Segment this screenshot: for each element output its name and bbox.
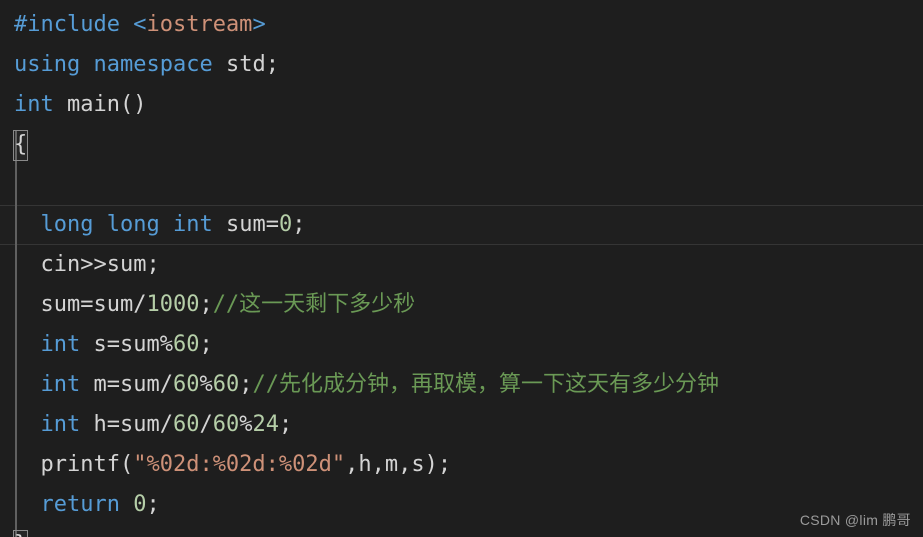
code-line-text: int h=sum/60/60%24;	[14, 405, 293, 445]
code-token-plain: /	[199, 412, 213, 437]
code-token-num: 60	[212, 412, 240, 437]
code-token-plain: cin>>sum;	[14, 252, 160, 277]
code-token-num: 1000	[146, 292, 200, 317]
code-line[interactable]: }	[0, 525, 923, 537]
code-token-key: int	[40, 372, 81, 397]
code-token-str: iostream	[146, 12, 253, 37]
code-token-num: 0	[133, 492, 147, 517]
code-token-key: int	[172, 212, 213, 237]
code-token-key: using	[14, 52, 81, 77]
code-line-text: printf("%02d:%02d:%02d",h,m,s);	[14, 445, 451, 485]
code-line-text: }	[14, 525, 27, 537]
code-token-key: long	[106, 212, 160, 237]
code-line-text: int s=sum%60;	[14, 325, 213, 365]
code-token-key: long	[40, 212, 94, 237]
code-token-plain: %	[199, 372, 213, 397]
csdn-watermark: CSDN @lim 鹏哥	[799, 512, 911, 528]
code-token-plain: ;	[292, 212, 306, 237]
code-token-brk: {	[14, 132, 28, 157]
code-token-plain: ,h,m,s);	[345, 452, 452, 477]
code-token-key: int	[40, 332, 81, 357]
code-token-key: namespace	[93, 52, 213, 77]
code-token-plain: ;	[146, 492, 160, 517]
code-line-text: return 0;	[14, 485, 160, 525]
code-token-num: 60	[172, 412, 200, 437]
code-line[interactable]	[0, 165, 923, 205]
code-token-key: return	[40, 492, 120, 517]
code-line-text: int m=sum/60%60;//先化成分钟，再取模，算一下这天有多少分钟	[14, 365, 719, 405]
code-line-text: using namespace std;	[14, 45, 279, 85]
code-line[interactable]: int s=sum%60;	[0, 325, 923, 365]
code-token-plain: m=sum/	[80, 372, 173, 397]
code-token-plain: std;	[225, 52, 279, 77]
code-line[interactable]: printf("%02d:%02d:%02d",h,m,s);	[0, 445, 923, 485]
code-token-brk: }	[14, 532, 27, 537]
code-line[interactable]: {	[0, 125, 923, 165]
code-token-com: //先化成分钟，再取模，算一下这天有多少分钟	[252, 372, 719, 397]
code-line[interactable]: int m=sum/60%60;//先化成分钟，再取模，算一下这天有多少分钟	[0, 365, 923, 405]
code-token-plain: sum=sum/	[14, 292, 147, 317]
code-token-plain: sum=	[212, 212, 279, 237]
code-line-text: long long int sum=0;	[14, 205, 306, 245]
code-line-text: cin>>sum;	[14, 245, 160, 285]
code-line-text: sum=sum/1000;//这一天剩下多少秒	[14, 285, 415, 325]
code-token-plain: s=sum%	[80, 332, 173, 357]
code-token-num: 0	[278, 212, 293, 237]
code-token-plain: main()	[53, 92, 147, 117]
code-editor[interactable]: #include <iostream> using namespace std; i…	[0, 0, 923, 537]
code-line[interactable]: #include <iostream>	[0, 5, 923, 45]
code-token-plain: ;	[199, 332, 213, 357]
code-lines-container[interactable]: #include <iostream> using namespace std; i…	[0, 5, 923, 537]
code-token-plain: ;	[239, 372, 253, 397]
code-token-num: 60	[172, 332, 200, 357]
code-token-plain: %	[239, 412, 253, 437]
code-token-str: "%02d:%02d:%02d"	[133, 452, 346, 477]
code-line[interactable]: int main()	[0, 85, 923, 125]
code-line-text: {	[14, 125, 27, 165]
code-line[interactable]: cin>>sum;	[0, 245, 923, 285]
code-line-text: #include <iostream>	[14, 5, 266, 45]
code-token-plain: printf(	[14, 452, 134, 477]
code-token-key: >	[252, 12, 266, 37]
code-line[interactable]: int h=sum/60/60%24;	[0, 405, 923, 445]
code-token-plain: ;	[199, 292, 213, 317]
code-token-num: 60	[172, 372, 200, 397]
code-line-text: int main()	[14, 85, 146, 125]
code-token-num: 24	[252, 412, 279, 437]
code-token-plain: h=sum/	[80, 412, 173, 437]
code-token-key: int	[14, 92, 54, 117]
code-token-num: 60	[212, 372, 240, 397]
code-token-key: #include	[14, 12, 120, 37]
code-token-plain: ;	[278, 412, 293, 437]
code-token-key: <	[133, 12, 147, 37]
code-line[interactable]: using namespace std;	[0, 45, 923, 85]
code-line[interactable]: return 0;	[0, 485, 923, 525]
code-line[interactable]: sum=sum/1000;//这一天剩下多少秒	[0, 285, 923, 325]
code-token-key: int	[40, 412, 81, 437]
code-token-com: //这一天剩下多少秒	[212, 292, 416, 317]
code-line[interactable]: long long int sum=0;	[0, 205, 923, 245]
